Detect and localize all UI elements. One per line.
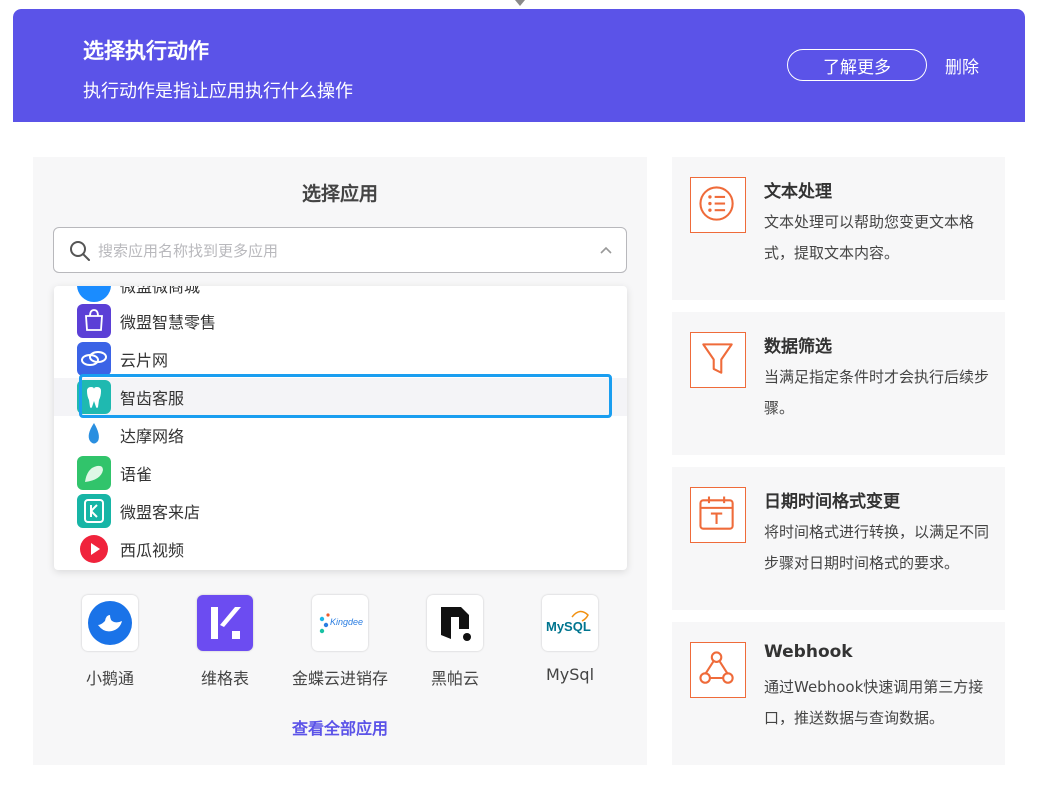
weimob-retail-icon [77, 304, 111, 338]
dropdown-item[interactable]: 微盟客来店 [54, 492, 627, 530]
action-title: 日期时间格式变更 [764, 492, 900, 512]
page-subtitle: 执行动作是指让应用执行什么操作 [83, 81, 353, 102]
action-step-card: 选择执行动作 执行动作是指让应用执行什么操作 了解更多 删除 选择应用 微盟微商… [13, 9, 1025, 795]
app-tile[interactable]: MySQL MySql [515, 595, 625, 684]
yuque-icon [77, 456, 111, 490]
page-title: 选择执行动作 [83, 39, 209, 63]
select-app-panel: 选择应用 微盟微商城 微盟智慧零售 [33, 157, 647, 765]
app-search-box[interactable] [53, 227, 627, 273]
action-title: 文本处理 [764, 182, 832, 202]
dropdown-item-label: 微盟智慧零售 [120, 313, 217, 332]
filter-icon [690, 332, 746, 388]
webhook-icon [690, 642, 746, 698]
delete-button[interactable]: 删除 [945, 53, 979, 78]
dropdown-item[interactable]: 西瓜视频 [54, 530, 627, 568]
learn-more-button[interactable]: 了解更多 [787, 49, 927, 81]
dropdown-item[interactable]: 云片网 [54, 340, 627, 378]
dropdown-item-label: 达摩网络 [120, 427, 185, 446]
app-dropdown: 微盟微商城 微盟智慧零售 云片网 智齿客服 达摩网络 语雀 微盟客来店 西瓜视频 [54, 286, 627, 570]
app-search-input[interactable] [98, 238, 578, 264]
damo-icon [77, 418, 111, 452]
dropdown-item[interactable]: 达摩网络 [54, 416, 627, 454]
text-process-icon [690, 177, 746, 233]
app-tile[interactable]: 维格表 [170, 595, 280, 689]
sobot-icon [77, 380, 111, 414]
action-desc: 文本处理可以帮助您变更文本格式，提取文本内容。 [764, 213, 975, 262]
xigua-icon [77, 532, 111, 566]
action-title: Webhook [764, 642, 853, 662]
kingdee-icon: Kingdee [312, 595, 368, 651]
dropdown-item[interactable]: 微盟智慧零售 [54, 302, 627, 340]
select-app-title: 选择应用 [301, 183, 378, 205]
app-label: 金蝶云进销存 [291, 669, 388, 688]
yunpian-icon [77, 342, 111, 376]
calendar-icon [690, 487, 746, 543]
action-title: 数据筛选 [764, 337, 832, 357]
dropdown-item-label: 智齿客服 [120, 389, 185, 408]
action-text-process[interactable]: 文本处理 文本处理可以帮助您变更文本格式，提取文本内容。 [672, 157, 1005, 300]
app-tile[interactable]: 小鹅通 [55, 595, 165, 689]
app-label: 小鹅通 [85, 669, 134, 688]
action-data-filter[interactable]: 数据筛选 当满足指定条件时才会执行后续步骤。 [672, 312, 1005, 455]
dropdown-item-selected[interactable]: 智齿客服 [54, 378, 627, 416]
app-tile[interactable]: Kingdee 金蝶云进销存 [285, 595, 395, 689]
hipacloud-icon [427, 595, 483, 651]
dropdown-item-label: 西瓜视频 [120, 541, 185, 560]
action-desc: 当满足指定条件时才会执行后续步骤。 [764, 368, 990, 417]
dropdown-item-label: 语雀 [120, 465, 153, 484]
app-label: 维格表 [200, 669, 249, 688]
header: 选择执行动作 执行动作是指让应用执行什么操作 了解更多 删除 [13, 9, 1025, 122]
weimob-kelaidian-icon [77, 494, 111, 528]
dropdown-item[interactable]: 语雀 [54, 454, 627, 492]
app-tile[interactable]: 黑帕云 [400, 595, 510, 689]
search-icon [70, 241, 90, 261]
chevron-up-icon[interactable] [598, 242, 614, 258]
action-desc: 通过Webhook快速调用第三方接口，推送数据与查询数据。 [764, 678, 984, 727]
mysql-logo-text: MySQL [546, 619, 591, 634]
dropdown-item-label: 微盟客来店 [120, 503, 201, 522]
dropdown-item-label: 云片网 [120, 351, 169, 370]
weimob-mall-icon [77, 286, 111, 302]
vika-icon [197, 595, 253, 651]
xiaoetong-icon [82, 595, 138, 651]
action-webhook[interactable]: Webhook 通过Webhook快速调用第三方接口，推送数据与查询数据。 [672, 622, 1005, 765]
kingdee-logo-text: Kingdee [330, 617, 363, 627]
dropdown-item-label: 微盟微商城 [120, 286, 201, 296]
mysql-icon: MySQL [542, 595, 598, 651]
action-desc: 将时间格式进行转换，以满足不同步骤对日期时间格式的要求。 [764, 523, 990, 572]
app-label: 黑帕云 [430, 669, 479, 688]
top-caret [515, 0, 525, 6]
action-datetime-format[interactable]: 日期时间格式变更 将时间格式进行转换，以满足不同步骤对日期时间格式的要求。 [672, 467, 1005, 610]
app-label: MySql [545, 665, 595, 684]
view-all-apps-link[interactable]: 查看全部应用 [33, 715, 647, 739]
